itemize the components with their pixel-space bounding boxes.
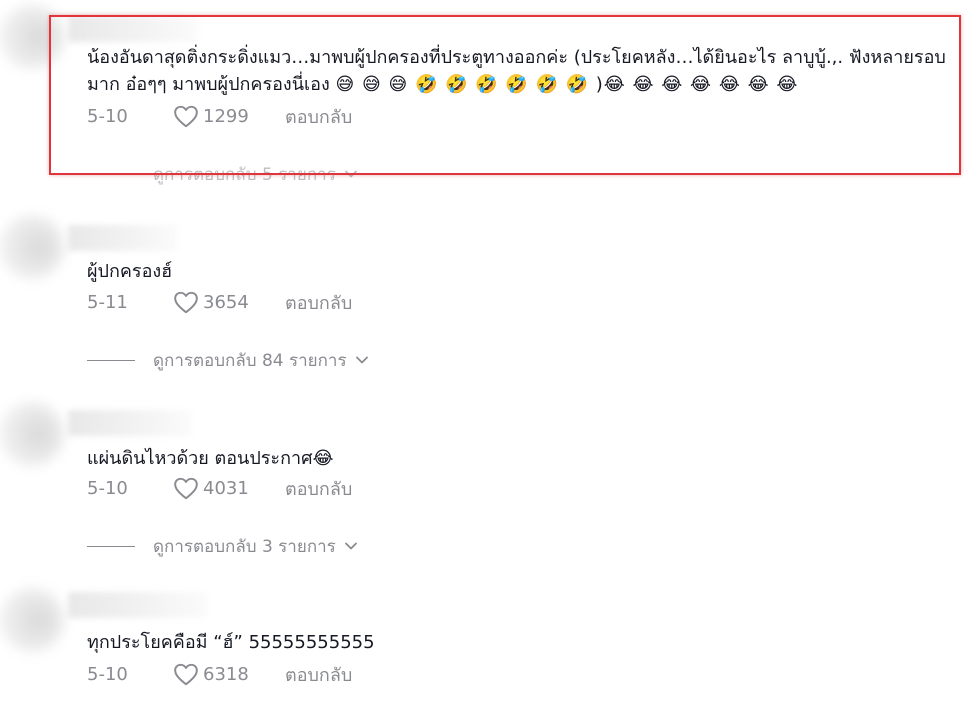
reply-button[interactable]: ตอบกลับ	[285, 288, 352, 317]
username-blurred[interactable]	[68, 225, 178, 251]
comment-emojis: 😅 😅 😅 🤣 🤣 🤣 🤣 🤣 🤣 )😂 😂 😂 😂 😂 😂 😂	[335, 74, 799, 95]
like-button[interactable]: 4031	[173, 476, 285, 500]
comment-meta: 5-10 4031 ตอบกลับ	[87, 474, 352, 502]
avatar[interactable]	[0, 215, 64, 279]
comment-text-body: แผ่นดินไหวด้วย ตอนประกาศ😂	[87, 448, 334, 469]
chevron-down-icon	[344, 542, 357, 550]
like-count: 4031	[203, 477, 249, 499]
comment-meta: 5-10 6318 ตอบกลับ	[87, 660, 352, 688]
reply-button[interactable]: ตอบกลับ	[285, 102, 352, 131]
view-replies-button[interactable]: ดูการตอบกลับ 84 รายการ	[87, 346, 369, 374]
comment-text: แผ่นดินไหวด้วย ตอนประกาศ😂	[87, 445, 967, 472]
comment-text-body: ผู้ปกครองฮ์	[87, 261, 173, 282]
avatar[interactable]	[0, 588, 64, 652]
chevron-down-icon	[344, 170, 357, 178]
reply-button[interactable]: ตอบกลับ	[285, 660, 352, 689]
username-blurred[interactable]	[68, 592, 208, 618]
avatar[interactable]	[0, 402, 64, 466]
view-replies-button[interactable]: ดูการตอบกลับ 3 รายการ	[87, 532, 358, 560]
comment-text: ผู้ปกครองฮ์	[87, 258, 967, 285]
comment-date: 5-10	[87, 477, 128, 499]
reply-button[interactable]: ตอบกลับ	[285, 474, 352, 503]
comment-text: น้องอันดาสุดติ่งกระดิ่งแมว…มาพบผู้ปกครอง…	[87, 44, 967, 98]
avatar[interactable]	[0, 5, 64, 69]
comment-text: ทุกประโยคคือมี “ฮ์” 55555555555	[87, 629, 967, 656]
like-count: 1299	[203, 105, 249, 127]
like-button[interactable]: 6318	[173, 662, 285, 686]
comment-meta: 5-10 1299 ตอบกลับ	[87, 102, 352, 130]
comment-text-body: ทุกประโยคคือมี “ฮ์” 55555555555	[87, 632, 375, 653]
heart-outline-icon	[174, 291, 198, 314]
comment-date: 5-10	[87, 105, 128, 127]
heart-outline-icon	[174, 663, 198, 686]
username-blurred[interactable]	[68, 410, 192, 436]
view-replies-label: ดูการตอบกลับ 84 รายการ	[153, 350, 347, 371]
divider-line	[87, 545, 135, 547]
comment-meta: 5-11 3654 ตอบกลับ	[87, 288, 352, 316]
heart-outline-icon	[174, 477, 198, 500]
chevron-down-icon	[355, 356, 368, 364]
heart-outline-icon	[174, 105, 198, 128]
view-replies-label: ดูการตอบกลับ 5 รายการ	[153, 164, 336, 185]
divider-line	[87, 173, 135, 175]
comment-date: 5-10	[87, 663, 128, 685]
username-blurred[interactable]	[68, 16, 198, 42]
like-button[interactable]: 1299	[173, 104, 285, 128]
view-replies-label: ดูการตอบกลับ 3 รายการ	[153, 536, 336, 557]
comment-date: 5-11	[87, 291, 128, 313]
divider-line	[87, 359, 135, 361]
like-count: 3654	[203, 291, 249, 313]
like-count: 6318	[203, 663, 249, 685]
like-button[interactable]: 3654	[173, 290, 285, 314]
view-replies-button[interactable]: ดูการตอบกลับ 5 รายการ	[87, 160, 358, 188]
